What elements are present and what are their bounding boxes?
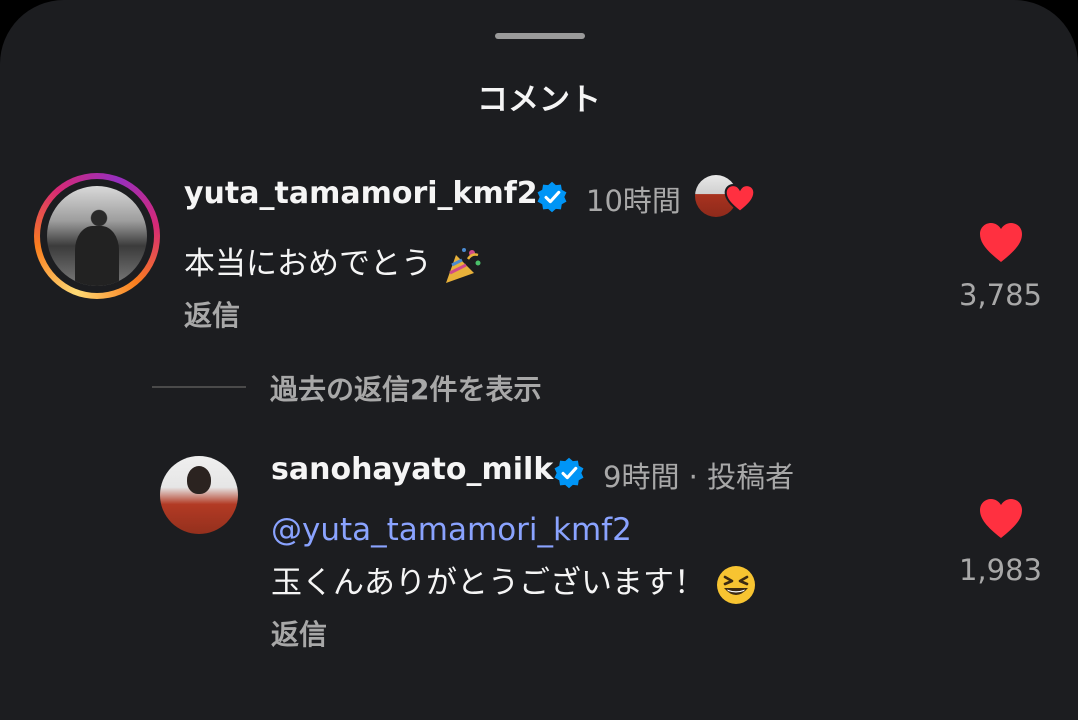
divider [152, 386, 246, 388]
comments-sheet: コメント yuta_tamamori_kmf2 10時間 本当におめでとう 返信… [0, 0, 1078, 720]
heart-icon[interactable] [977, 220, 1025, 264]
avatar[interactable] [160, 456, 238, 534]
heart-icon[interactable] [977, 496, 1025, 540]
mention-link[interactable]: @yuta_tamamori_kmf2 [271, 512, 632, 548]
avatar-story-ring[interactable] [34, 173, 160, 299]
comment-text: 本当におめでとう [184, 238, 484, 287]
comment-timestamp: 9時間 · 投稿者 [603, 460, 795, 494]
liked-by-creator-badge [695, 173, 761, 219]
reply-button[interactable]: 返信 [271, 613, 327, 653]
comment-text: 玉くんありがとうございます！ [271, 557, 757, 606]
party-popper-icon [445, 247, 481, 283]
avatar [47, 186, 147, 286]
drag-handle[interactable] [495, 33, 585, 39]
like-count: 3,785 [958, 278, 1042, 312]
grinning-squinting-face-icon [716, 565, 755, 604]
verified-badge-icon [554, 457, 584, 489]
comment-username[interactable]: sanohayato_milk [271, 452, 553, 487]
comment-timestamp: 10時間 [586, 184, 681, 218]
reply-button[interactable]: 返信 [184, 294, 240, 334]
sheet-title: コメント [477, 82, 601, 118]
view-replies-label: 過去の返信2件を表示 [270, 373, 542, 406]
like-count: 1,983 [958, 553, 1042, 587]
comment-username[interactable]: yuta_tamamori_kmf2 [184, 176, 538, 211]
heart-icon [724, 184, 756, 213]
verified-badge-icon [537, 181, 567, 213]
